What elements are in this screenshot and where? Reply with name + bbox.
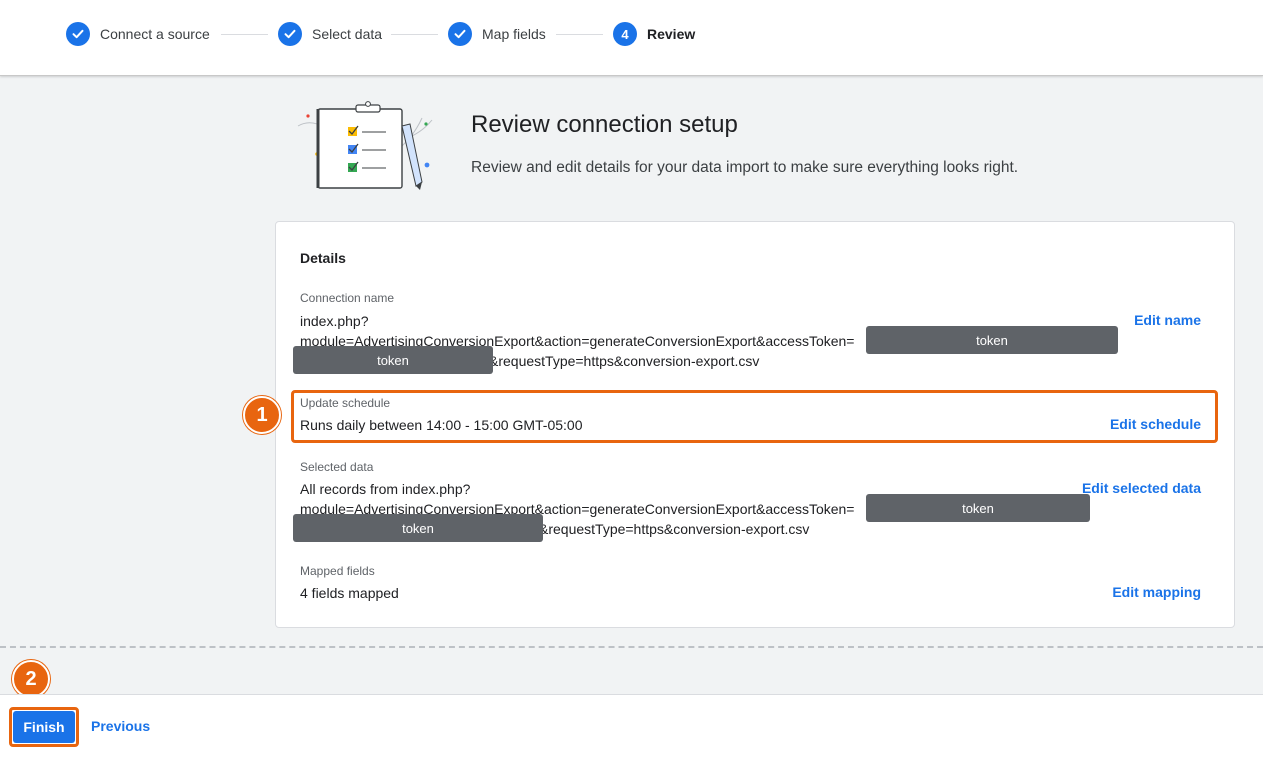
redacted-token: token <box>866 326 1118 354</box>
details-heading: Details <box>300 250 346 266</box>
selected-data-line3: &requestType=https&conversion-export.csv <box>539 521 810 537</box>
step-label: Connect a source <box>100 26 210 42</box>
step-label: Map fields <box>482 26 546 42</box>
step-select-data[interactable]: Select data <box>278 21 382 47</box>
footer-divider <box>0 646 1263 648</box>
connection-name-line3: &requestType=https&conversion-export.csv <box>489 353 760 369</box>
edit-name-link[interactable]: Edit name <box>1134 312 1201 328</box>
connection-name-line1: index.php? <box>300 313 369 329</box>
mapped-fields-value: 4 fields mapped <box>300 585 399 601</box>
page-title: Review connection setup <box>471 111 738 138</box>
page-description: Review and edit details for your data im… <box>471 159 1019 176</box>
check-icon <box>448 22 472 46</box>
update-schedule-label: Update schedule <box>300 396 391 410</box>
step-label: Select data <box>312 26 383 42</box>
check-icon <box>66 22 90 46</box>
footer-bar <box>0 694 1263 758</box>
callout-badge-2: 2 <box>12 660 50 698</box>
step-divider <box>556 34 603 35</box>
step-divider <box>391 34 438 35</box>
step-number: 4 <box>613 22 637 46</box>
selected-data-line1: All records from index.php? <box>300 481 471 497</box>
step-label: Review <box>647 26 696 42</box>
step-review[interactable]: 4 Review <box>613 21 695 47</box>
clipboard-checklist-illustration <box>297 101 433 190</box>
update-schedule-value: Runs daily between 14:00 - 15:00 GMT-05:… <box>300 417 583 433</box>
stepper-header: Connect a source Select data Map fields … <box>0 0 1263 76</box>
redacted-token: token <box>866 494 1090 522</box>
details-card: Details Connection name index.php? modul… <box>275 221 1235 628</box>
redacted-token: token <box>293 514 543 542</box>
step-divider <box>221 34 268 35</box>
step-map-fields[interactable]: Map fields <box>448 21 546 47</box>
edit-schedule-link[interactable]: Edit schedule <box>1110 416 1201 432</box>
finish-button[interactable]: Finish <box>13 711 75 743</box>
step-connect-source[interactable]: Connect a source <box>66 21 210 47</box>
callout-badge-1: 1 <box>243 396 281 434</box>
mapped-fields-label: Mapped fields <box>300 564 375 578</box>
redacted-token: token <box>293 346 493 374</box>
edit-selected-data-link[interactable]: Edit selected data <box>1082 480 1201 496</box>
selected-data-label: Selected data <box>300 460 374 474</box>
previous-button[interactable]: Previous <box>91 718 150 734</box>
check-icon <box>278 22 302 46</box>
connection-name-label: Connection name <box>300 291 395 305</box>
edit-mapping-link[interactable]: Edit mapping <box>1112 584 1201 600</box>
